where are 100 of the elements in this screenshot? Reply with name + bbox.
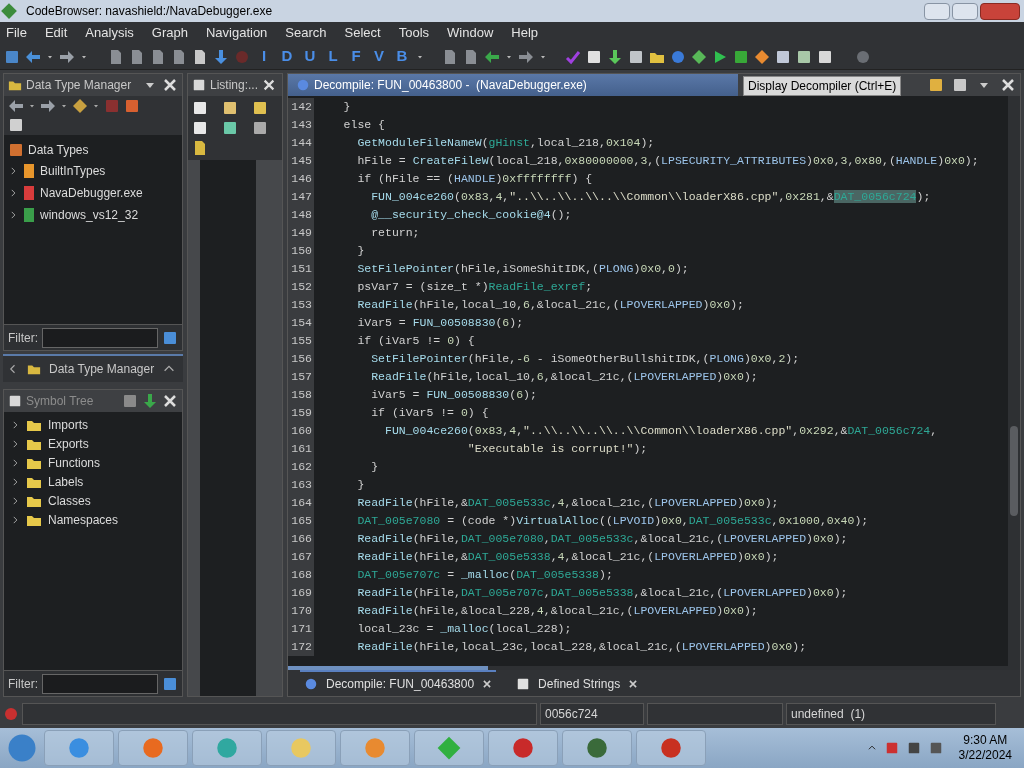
check-icon[interactable] — [565, 48, 581, 65]
graph-icon[interactable] — [72, 98, 88, 114]
code-line: } — [356, 243, 365, 259]
document-icon[interactable] — [442, 48, 458, 65]
expand-icon[interactable] — [8, 210, 18, 220]
line-number: 163 — [288, 476, 314, 494]
code-line: ReadFile(hFile,&DAT_005e533c,4,&local_21c,(LPOVERLAPPED)0x0); — [356, 495, 779, 511]
close-button[interactable] — [980, 2, 1020, 20]
expand-icon[interactable] — [10, 495, 20, 506]
document-icon[interactable] — [129, 48, 145, 65]
line-number: 155 — [288, 332, 314, 350]
menu-item[interactable]: Search — [283, 23, 329, 43]
code-line: DAT_005e7080 = (code *)VirtualAlloc((LPVOID)0x0,DAT_005e533c,0x1000,0x40); — [356, 513, 869, 529]
code-line: else { — [342, 117, 385, 133]
graph-icon[interactable] — [691, 48, 707, 65]
forward-arrow-icon[interactable] — [59, 48, 75, 65]
line-number: 147 — [288, 188, 314, 206]
code-line: if (iVar5 != 0) { — [356, 333, 475, 349]
tree-item[interactable]: Data Types — [28, 141, 89, 159]
toolbar-letter-button[interactable]: D — [278, 45, 296, 68]
document-icon[interactable] — [463, 48, 479, 65]
toolbar-letter-button[interactable]: I — [255, 45, 273, 68]
tree-item[interactable]: Classes — [48, 491, 91, 510]
filter-field[interactable] — [42, 327, 158, 348]
toolbar-letter-button[interactable]: V — [370, 45, 388, 68]
menu-item[interactable]: Select — [342, 23, 383, 43]
line-number: 145 — [288, 152, 314, 170]
code-line: ReadFile(hFile,&DAT_005e5338,4,&local_21c,(LPOVERLAPPED)0x0); — [356, 549, 779, 565]
document-icon[interactable] — [171, 48, 187, 65]
toolbar-letter-button[interactable]: B — [393, 45, 411, 68]
tree-item[interactable]: Imports — [48, 415, 88, 434]
toolbar-letter-button[interactable]: L — [324, 45, 342, 68]
line-number: 171 — [288, 620, 314, 638]
line-number: 154 — [288, 314, 314, 332]
menu-item[interactable]: Tools — [396, 23, 432, 43]
line-number: 158 — [288, 386, 314, 404]
code-line: psVar7 = (size_t *)ReadFile_exref; — [356, 279, 593, 295]
line-number: 144 — [288, 134, 314, 152]
expand-icon[interactable] — [8, 166, 18, 176]
line-number: 166 — [288, 530, 314, 548]
arrow-icon[interactable] — [607, 48, 623, 65]
tree-item[interactable]: Labels — [48, 472, 84, 491]
document-icon[interactable] — [108, 48, 124, 65]
taskbar-app-button[interactable] — [636, 730, 706, 766]
back-arrow-icon[interactable] — [8, 98, 24, 114]
play-icon[interactable] — [712, 48, 728, 65]
expand-icon[interactable] — [10, 514, 20, 525]
clock-time: 9:30 AM — [963, 733, 1008, 748]
bottom-tab[interactable]: Decompile: FUN_00463800 — [300, 670, 497, 696]
circle-icon[interactable] — [855, 48, 871, 65]
code-line: } — [356, 477, 365, 493]
line-number: 162 — [288, 458, 314, 476]
filter-label: Filter: — [8, 675, 38, 693]
clock-date: 3/22/2024 — [958, 748, 1012, 763]
expand-icon[interactable] — [10, 419, 20, 430]
document-icon[interactable] — [192, 48, 208, 65]
expand-icon[interactable] — [10, 476, 20, 487]
toolbar-letter-button[interactable]: F — [347, 45, 365, 68]
filter-field[interactable] — [42, 673, 158, 694]
tree-item[interactable]: Exports — [48, 434, 89, 453]
close-icon[interactable] — [1000, 77, 1016, 93]
tree-item[interactable]: Functions — [48, 453, 101, 472]
close-icon[interactable] — [482, 679, 493, 689]
import-icon[interactable] — [142, 393, 158, 409]
document-icon[interactable] — [150, 48, 166, 65]
forward-arrow-icon[interactable] — [40, 98, 56, 114]
menu-item[interactable]: Help — [509, 23, 541, 43]
menu-item[interactable]: Navigation — [203, 23, 270, 43]
menu-item[interactable]: File — [4, 23, 29, 43]
diamond-icon[interactable] — [754, 48, 770, 65]
tree-item[interactable]: NavaDebugger.exe — [40, 184, 143, 202]
menu-item[interactable]: Graph — [149, 23, 190, 43]
listing-scrollbar[interactable] — [256, 160, 282, 696]
close-icon[interactable] — [628, 679, 639, 689]
decompile-panel-tab[interactable]: Decompile: FUN_00463800 - (NavaDebugger.exe) — [288, 74, 738, 96]
tree-item[interactable]: windows_vs12_32 — [40, 206, 139, 224]
window-title: CodeBrowser: navashield:/NavaDebugger.exe — [26, 3, 273, 20]
menu-item[interactable]: Window — [445, 23, 496, 43]
tree-item[interactable]: Namespaces — [48, 510, 119, 529]
scrollbar[interactable] — [1008, 96, 1020, 666]
expand-icon[interactable] — [8, 188, 18, 198]
close-icon[interactable] — [162, 393, 178, 409]
down-arrow-icon[interactable] — [213, 48, 229, 65]
close-icon[interactable] — [262, 78, 277, 92]
bottom-tab[interactable]: Defined Strings — [512, 670, 643, 696]
redo-icon[interactable] — [518, 48, 534, 65]
menu-item[interactable]: Edit — [42, 23, 70, 43]
expand-icon[interactable] — [10, 457, 20, 468]
taskbar-app-button[interactable] — [488, 730, 558, 766]
menu-item[interactable]: Analysis — [83, 23, 136, 43]
toolbar-letter-button[interactable]: U — [301, 45, 319, 68]
taskbar-app-button[interactable] — [562, 730, 632, 766]
expand-icon[interactable] — [10, 438, 20, 449]
line-number: 142 — [288, 98, 314, 116]
document-icon[interactable] — [192, 140, 208, 156]
chevron-up-icon[interactable] — [866, 743, 877, 753]
tree-item[interactable]: BuiltInTypes — [40, 162, 106, 180]
close-icon[interactable] — [162, 77, 178, 93]
status-type: undefined (1) — [786, 703, 996, 725]
code-line: GetModuleFileNameW(gHinst,local_218,0x104); — [356, 135, 655, 151]
